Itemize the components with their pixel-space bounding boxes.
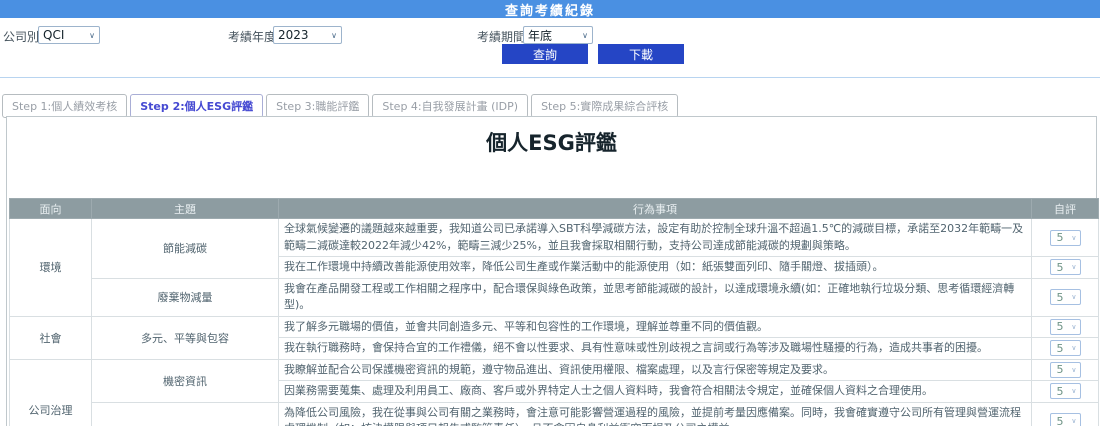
period-label: 考績期間: [477,30,530,44]
topic-cell: 從業道德 [91,401,279,426]
chevron-down-icon: ∨ [1071,417,1077,425]
section-title: 個人ESG評鑑 [486,131,617,155]
query-button[interactable]: 查詢 [502,44,588,64]
tab-step-4[interactable]: Step 4:自我發展計畫 (IDP) [372,94,529,118]
rating-value: 5 [1056,260,1064,274]
topic-cell: 廢棄物減量 [91,277,279,317]
tab-step-5[interactable]: Step 5:實際成果綜合評核 [531,94,679,118]
chevron-down-icon: ∨ [1071,365,1077,374]
rating-value: 5 [1056,320,1064,334]
behavior-cell: 因業務需要蒐集、處理及利用員工、廠商、客戶或外界特定人士之個人資料時，我會符合相… [278,380,1032,403]
table-row: 從業道德為降低公司風險，我在從事與公司有關之業務時，會注意可能影響營運過程的風險… [10,401,1099,426]
content-panel: 個人ESG評鑑 面向 主題 行為事項 自評 環境 節能減碳 全球氣候變遷的議題越來越重要，… [6,116,1099,426]
behavior-cell: 我瞭解並配合公司保護機密資訊的規範，遵守物品進出、資訊使用權限、檔案處理，以及言… [278,358,1032,381]
table-row: 廢棄物減量 我會在產品開發工程或工作相關之程序中，配合環保與綠色政策，並思考節能減… [10,277,1099,317]
tab-step-3[interactable]: Step 3:職能評鑑 [266,94,370,118]
rating-select[interactable]: 5 ∨ [1049,383,1081,400]
rating-cell: 5 ∨ [1031,277,1099,317]
rating-select[interactable]: 5 ∨ [1049,259,1081,276]
rating-select[interactable]: 5 ∨ [1049,229,1081,246]
topic-cell: 節能減碳 [91,218,279,279]
column-header: 主題 [91,198,279,219]
esg-table: 面向 主題 行為事項 自評 環境 節能減碳 全球氣候變遷的議題越來越重要，我知道公司已承諾… [9,198,1099,426]
behavior-cell: 我在執行職務時，會保持合宜的工作禮儀，絕不會以性要求、具有性意味或性別歧視之言詞… [278,337,1032,360]
rating-value: 5 [1056,231,1064,244]
table-row: 環境 節能減碳 全球氣候變遷的議題越來越重要，我知道公司已承諾導入SBT科學減碳方法… [9,218,1099,317]
page: 查詢考績紀錄 公司別: QCI ∨ 考績年度: 2023 ∨ 考績期間: 年底 … [0,0,1100,426]
period-select[interactable]: 年底 ∨ [523,26,593,44]
tab-step-1[interactable]: Step 1:個人績效考核 [2,94,128,118]
topic-cell: 多元、平等與包容 [91,315,279,360]
behavior-cell: 我會在產品開發工程或工作相關之程序中，配合環保與綠色政策，並思考節能減碳的設計，… [278,277,1032,317]
rating-cell: 5 ∨ [1031,380,1099,403]
table-body: 環境 節能減碳 全球氣候變遷的議題越來越重要，我知道公司已承諾導入SBT科學減碳方法… [9,218,1099,426]
topic-cell: 機密資訊 [91,358,279,403]
table-header-row: 面向 主題 行為事項 自評 [9,198,1099,219]
year-select[interactable]: 2023 ∨ [273,26,342,44]
chevron-down-icon: ∨ [1071,233,1077,242]
behavior-cell: 全球氣候變遷的議題越來越重要，我知道公司已承諾導入SBT科學減碳方法，設定有助於… [278,218,1032,257]
rating-select[interactable]: 5 ∨ [1049,318,1081,335]
rating-cell: 5 ∨ [1031,218,1099,257]
rating-value: 5 [1056,384,1064,398]
column-header: 自評 [1031,198,1099,219]
chevron-down-icon: ∨ [331,30,337,40]
tab-step-2[interactable]: Step 2:個人ESG評鑑 [130,94,264,118]
chevron-down-icon: ∨ [1071,293,1077,301]
rating-cell: 5 ∨ [1031,358,1099,381]
rating-cell: 5 ∨ [1031,337,1099,360]
company-select[interactable]: QCI ∨ [38,26,100,44]
chevron-down-icon: ∨ [1071,387,1077,396]
rating-value: 5 [1056,341,1064,355]
rating-value: 5 [1056,414,1064,426]
download-button[interactable]: 下載 [598,44,684,64]
rating-select[interactable]: 5 ∨ [1049,413,1081,426]
rating-select[interactable]: 5 ∨ [1049,289,1081,305]
chevron-down-icon: ∨ [582,30,588,40]
rating-select[interactable]: 5 ∨ [1049,361,1081,378]
behavior-cell: 我在工作環境中持續改善能源使用效率，降低公司生產或作業活動中的能源使用（如：紙張… [278,256,1032,279]
aspect-cell: 環境 [9,218,92,317]
period-select-value: 年底 [528,28,553,43]
behavior-cell: 為降低公司風險，我在從事與公司有關之業務時，會注意可能影響營運過程的風險，並提前… [278,401,1032,426]
column-header: 面向 [9,198,92,219]
page-title: 查詢考績紀錄 [504,3,595,19]
aspect-cell: 公司治理 [9,358,92,426]
rating-cell: 5 ∨ [1031,315,1099,338]
table-row: 公司治理 機密資訊 我瞭解並配合公司保護機密資訊的規範，遵守物品進出、資訊使用權限、… [9,358,1099,426]
column-header: 行為事項 [278,198,1032,219]
chevron-down-icon: ∨ [1071,322,1077,331]
rating-cell: 5 ∨ [1031,256,1099,279]
tab-bar: Step 1:個人績效考核 Step 2:個人ESG評鑑 Step 3:職能評鑑 St… [2,94,679,118]
table-row: 社會 多元、平等與包容 我了解多元職場的價值，並會共同創造多元、平等和包容性的工作環… [9,315,1099,360]
chevron-down-icon: ∨ [1071,344,1077,353]
chevron-down-icon: ∨ [1071,263,1077,272]
chevron-down-icon: ∨ [89,30,95,40]
rating-value: 5 [1056,290,1064,304]
divider [0,77,1100,78]
rating-cell: 5 ∨ [1031,401,1099,426]
behavior-cell: 我了解多元職場的價值，並會共同創造多元、平等和包容性的工作環境，理解並尊重不同的… [278,315,1032,338]
aspect-cell: 社會 [9,315,92,360]
rating-select[interactable]: 5 ∨ [1049,340,1081,357]
rating-value: 5 [1056,363,1064,377]
company-select-value: QCI [43,28,65,42]
app-header: 查詢考績紀錄 [0,0,1100,19]
year-select-value: 2023 [278,28,309,42]
